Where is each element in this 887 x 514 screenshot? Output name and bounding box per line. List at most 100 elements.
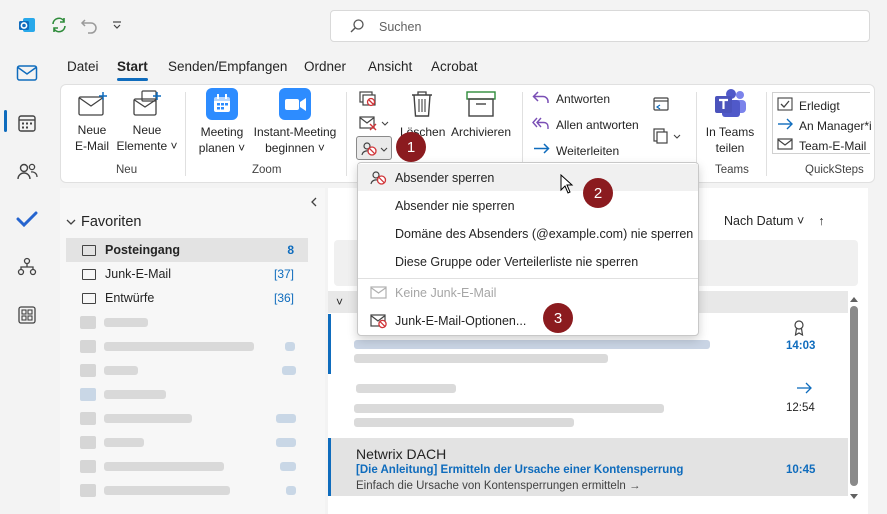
reply-all-button[interactable]: Allen antworten	[532, 116, 639, 133]
active-tab-indicator	[117, 78, 148, 81]
archive-icon	[466, 90, 496, 121]
message-list-scrollbar[interactable]	[847, 290, 861, 500]
org-chart-icon[interactable]	[14, 254, 40, 280]
more-respond-icon[interactable]	[652, 127, 684, 148]
trash-icon	[410, 90, 434, 121]
people-icon[interactable]	[14, 158, 40, 184]
app-rail	[0, 48, 52, 514]
sort-direction-arrow[interactable]: ↑	[818, 214, 824, 228]
folder-count: [36]	[273, 291, 294, 305]
undo-icon[interactable]	[78, 14, 100, 36]
apps-icon[interactable]	[14, 302, 40, 328]
message-preview: Einfach die Ursache von Kontensperrungen…	[356, 480, 641, 492]
not-junk-icon	[370, 286, 388, 303]
tab-acrobat[interactable]: Acrobat	[431, 59, 478, 74]
menu-item-label: Diese Gruppe oder Verteilerliste nie spe…	[395, 254, 639, 269]
menu-item-junk-options[interactable]: Junk-E-Mail-Optionen...	[358, 307, 698, 334]
blurred-folder-row[interactable]	[80, 316, 300, 330]
reply-label: Antworten	[556, 91, 611, 106]
tab-senden-empfangen[interactable]: Senden/Empfangen	[168, 59, 287, 74]
archive-label: Archivieren	[450, 125, 512, 139]
forward-arrow-icon	[777, 117, 793, 134]
message-sender: Netwrix DACH	[356, 446, 447, 462]
folder-row-junk[interactable]: Junk-E-Mail [37]	[66, 262, 308, 286]
scroll-up-icon[interactable]	[849, 292, 859, 306]
group-chevron: ˅	[336, 295, 344, 309]
instant-meeting-button[interactable]: Instant-Meeting beginnen ˅	[252, 88, 338, 158]
tab-ordner[interactable]: Ordner	[304, 59, 346, 74]
forward-button[interactable]: Weiterleiten	[532, 142, 619, 159]
archive-button[interactable]: Archivieren	[448, 88, 514, 144]
tab-start[interactable]: Start	[117, 59, 148, 74]
reply-icon	[532, 90, 550, 107]
group-label-teams: Teams	[715, 164, 749, 176]
group-label-zoom: Zoom	[252, 164, 282, 176]
collapse-pane-icon[interactable]	[310, 196, 318, 210]
ribbon-separator	[346, 92, 347, 176]
chevron-down-icon	[66, 214, 76, 230]
new-email-button[interactable]: Neue E-Mail	[70, 88, 114, 158]
folder-icon	[82, 244, 96, 256]
favorites-header[interactable]: Favoriten	[66, 214, 141, 230]
new-email-label-1: Neue	[77, 123, 107, 137]
menu-item-block-sender[interactable]: Absender sperren	[358, 164, 698, 191]
unread-indicator	[328, 438, 331, 496]
quickstep-team-email[interactable]: Team-E-Mail	[777, 137, 866, 154]
folder-row-drafts[interactable]: Entwürfe [36]	[66, 286, 308, 310]
blurred-folder-row[interactable]	[80, 388, 300, 402]
tab-ansicht[interactable]: Ansicht	[368, 59, 412, 74]
new-items-icon	[132, 90, 162, 121]
tab-datei[interactable]: Datei	[67, 59, 99, 74]
blurred-folder-row[interactable]	[80, 412, 300, 426]
meeting-reply-icon[interactable]	[652, 96, 670, 115]
quickstep-to-manager-label: An Manager*i	[799, 118, 872, 133]
blurred-folder-row[interactable]	[80, 340, 300, 354]
group-label-quicksteps: QuickSteps	[805, 164, 864, 176]
search-box[interactable]: Suchen	[330, 10, 870, 42]
schedule-meeting-label-2: planen ˅	[198, 141, 246, 155]
schedule-meeting-button[interactable]: Meeting planen ˅	[194, 88, 250, 158]
menu-item-never-block-domain[interactable]: Domäne des Absenders (@example.com) nie …	[358, 220, 698, 247]
quickstep-done[interactable]: Erledigt	[777, 97, 840, 114]
reply-button[interactable]: Antworten	[532, 90, 610, 107]
menu-item-never-block-group[interactable]: Diese Gruppe oder Verteilerliste nie spe…	[358, 248, 698, 275]
blurred-folder-row[interactable]	[80, 484, 300, 498]
new-email-label-2: E-Mail	[74, 139, 109, 153]
schedule-meeting-label-1: Meeting	[200, 125, 244, 139]
blurred-folder-row[interactable]	[80, 364, 300, 378]
junk-dropdown-button[interactable]	[356, 136, 392, 160]
message-item-selected[interactable]: Netwrix DACH [Die Anleitung] Ermitteln d…	[328, 438, 848, 496]
folder-row-inbox[interactable]: Posteingang 8	[66, 238, 308, 262]
group-label-new: Neu	[116, 164, 138, 176]
customize-toolbar-icon[interactable]	[106, 14, 128, 36]
menu-item-never-block-sender[interactable]: Absender nie sperren	[358, 192, 698, 219]
quickstep-to-manager[interactable]: An Manager*i	[777, 117, 872, 134]
blurred-folder-row[interactable]	[80, 436, 300, 450]
zoom-calendar-icon	[206, 88, 238, 123]
unread-indicator	[328, 314, 331, 374]
new-items-button[interactable]: Neue Elemente ˅	[116, 88, 178, 158]
forward-icon	[532, 142, 550, 159]
sync-icon[interactable]	[48, 14, 70, 36]
mail-icon[interactable]	[14, 60, 40, 86]
todo-icon[interactable]	[14, 206, 40, 232]
quickstep-done-label: Erledigt	[799, 98, 840, 113]
cleanup-icon[interactable]	[358, 114, 390, 135]
message-time: 12:54	[786, 402, 815, 414]
callout-badge-3: 3	[543, 303, 573, 333]
reply-all-label: Allen antworten	[556, 117, 639, 132]
sort-by-date-dropdown[interactable]: Nach Datum ˅	[724, 214, 804, 228]
sort-controls: Nach Datum ˅ ↑	[724, 214, 825, 228]
scroll-down-icon[interactable]	[849, 490, 859, 504]
ignore-icon[interactable]	[358, 90, 378, 111]
message-item[interactable]: 12:54	[328, 376, 848, 434]
instant-meeting-label-1: Instant-Meeting	[253, 125, 337, 139]
menu-item-label: Absender sperren	[395, 170, 495, 185]
reply-all-icon	[532, 116, 550, 133]
folder-name: Entwürfe	[105, 291, 155, 305]
blurred-folder-row[interactable]	[80, 460, 300, 474]
folder-count: 8	[287, 243, 294, 257]
scroll-thumb[interactable]	[850, 306, 858, 486]
share-to-teams-button[interactable]: In Teams teilen	[702, 88, 758, 158]
calendar-icon[interactable]	[14, 110, 40, 136]
